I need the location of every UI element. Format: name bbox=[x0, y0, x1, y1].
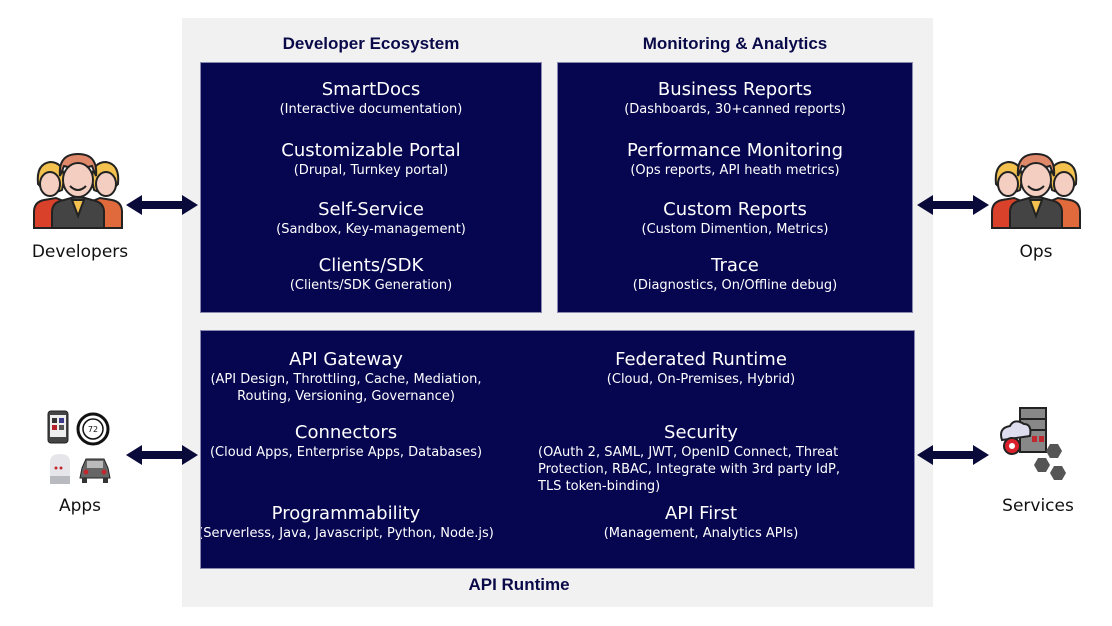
thermostat-icon: 72 bbox=[76, 412, 110, 446]
item-title: Self-Service bbox=[318, 199, 424, 220]
item-api-first: API First (Management, Analytics APIs) bbox=[546, 503, 856, 542]
item-title: Security bbox=[664, 422, 738, 443]
item-title: Trace bbox=[711, 255, 759, 276]
ops-label: Ops bbox=[1019, 242, 1053, 262]
item-api-gateway: API Gateway (API Design, Throttling, Cac… bbox=[201, 349, 501, 405]
services-arrow-icon bbox=[917, 445, 989, 465]
item-custom-reports: Custom Reports (Custom Dimention, Metric… bbox=[558, 199, 912, 238]
item-smartdocs: SmartDocs (Interactive documentation) bbox=[201, 79, 541, 118]
item-subtitle: (Drupal, Turnkey portal) bbox=[293, 163, 449, 178]
item-title: API Gateway bbox=[289, 349, 403, 370]
apps-arrow-icon bbox=[126, 445, 198, 465]
item-subtitle: (Clients/SDK Generation) bbox=[289, 278, 453, 293]
item-title: Connectors bbox=[294, 422, 398, 443]
item-title: Performance Monitoring bbox=[626, 140, 844, 161]
developers-label: Developers bbox=[31, 242, 129, 262]
smartphone-icon bbox=[47, 410, 69, 444]
item-self-service: Self-Service (Sandbox, Key-management) bbox=[201, 199, 541, 238]
item-customizable-portal: Customizable Portal (Drupal, Turnkey por… bbox=[201, 140, 541, 179]
item-title: Clients/SDK bbox=[318, 255, 424, 276]
item-title: Programmability bbox=[271, 503, 421, 524]
item-federated-runtime: Federated Runtime (Cloud, On-Premises, H… bbox=[546, 349, 856, 388]
developer-ecosystem-title: Developer Ecosystem bbox=[282, 34, 460, 53]
item-subtitle: (Sandbox, Key-management) bbox=[276, 222, 466, 237]
developer-ecosystem-box: SmartDocs (Interactive documentation) Cu… bbox=[200, 62, 542, 313]
item-subtitle: (Dashboards, 30+canned reports) bbox=[624, 102, 846, 117]
ops-arrow-icon bbox=[917, 195, 989, 215]
developers-arrow-icon bbox=[126, 195, 198, 215]
item-subtitle: (Interactive documentation) bbox=[279, 102, 463, 117]
monitoring-analytics-box: Business Reports (Dashboards, 30+canned … bbox=[557, 62, 913, 313]
services-server-cloud-icon bbox=[1000, 407, 1066, 480]
smart-speaker-icon bbox=[50, 454, 70, 484]
api-runtime-title: API Runtime bbox=[468, 575, 570, 594]
item-programmability: Programmability (Serverless, Java, Javas… bbox=[200, 503, 501, 542]
api-runtime-box: API Gateway (API Design, Throttling, Cac… bbox=[200, 330, 915, 569]
item-title: Federated Runtime bbox=[615, 349, 787, 370]
apps-label: Apps bbox=[58, 496, 102, 516]
services-label: Services bbox=[1002, 496, 1074, 516]
item-business-reports: Business Reports (Dashboards, 30+canned … bbox=[558, 79, 912, 118]
item-subtitle: (Cloud, On-Premises, Hybrid) bbox=[606, 372, 796, 387]
item-subtitle: (Cloud Apps, Enterprise Apps, Databases) bbox=[209, 445, 483, 460]
item-performance-monitoring: Performance Monitoring (Ops reports, API… bbox=[558, 140, 912, 179]
item-title: API First bbox=[664, 503, 738, 524]
item-clients-sdk: Clients/SDK (Clients/SDK Generation) bbox=[201, 255, 541, 294]
car-icon bbox=[79, 458, 111, 483]
developers-people-icon bbox=[33, 152, 123, 229]
item-title: Business Reports bbox=[657, 79, 813, 100]
item-subtitle: (API Design, Throttling, Cache, Mediatio… bbox=[210, 372, 482, 404]
apps-devices-icon: 72 bbox=[46, 410, 116, 490]
monitoring-analytics-title: Monitoring & Analytics bbox=[642, 34, 828, 53]
item-trace: Trace (Diagnostics, On/Offline debug) bbox=[558, 255, 912, 294]
item-subtitle: (OAuth 2, SAML, JWT, OpenID Connect, Thr… bbox=[538, 445, 840, 494]
item-title: SmartDocs bbox=[321, 79, 421, 100]
item-title: Customizable Portal bbox=[281, 140, 461, 161]
item-title: Custom Reports bbox=[663, 199, 807, 220]
item-subtitle: (Custom Dimention, Metrics) bbox=[641, 222, 829, 237]
item-subtitle: (Serverless, Java, Javascript, Python, N… bbox=[200, 526, 494, 541]
ops-people-icon bbox=[991, 152, 1081, 229]
item-subtitle: (Diagnostics, On/Offline debug) bbox=[632, 278, 838, 293]
thermostat-value: 72 bbox=[88, 425, 98, 434]
item-subtitle: (Management, Analytics APIs) bbox=[603, 526, 799, 541]
item-connectors: Connectors (Cloud Apps, Enterprise Apps,… bbox=[201, 422, 501, 461]
item-subtitle: (Ops reports, API heath metrics) bbox=[630, 163, 840, 178]
item-security: Security (OAuth 2, SAML, JWT, OpenID Con… bbox=[538, 422, 856, 495]
